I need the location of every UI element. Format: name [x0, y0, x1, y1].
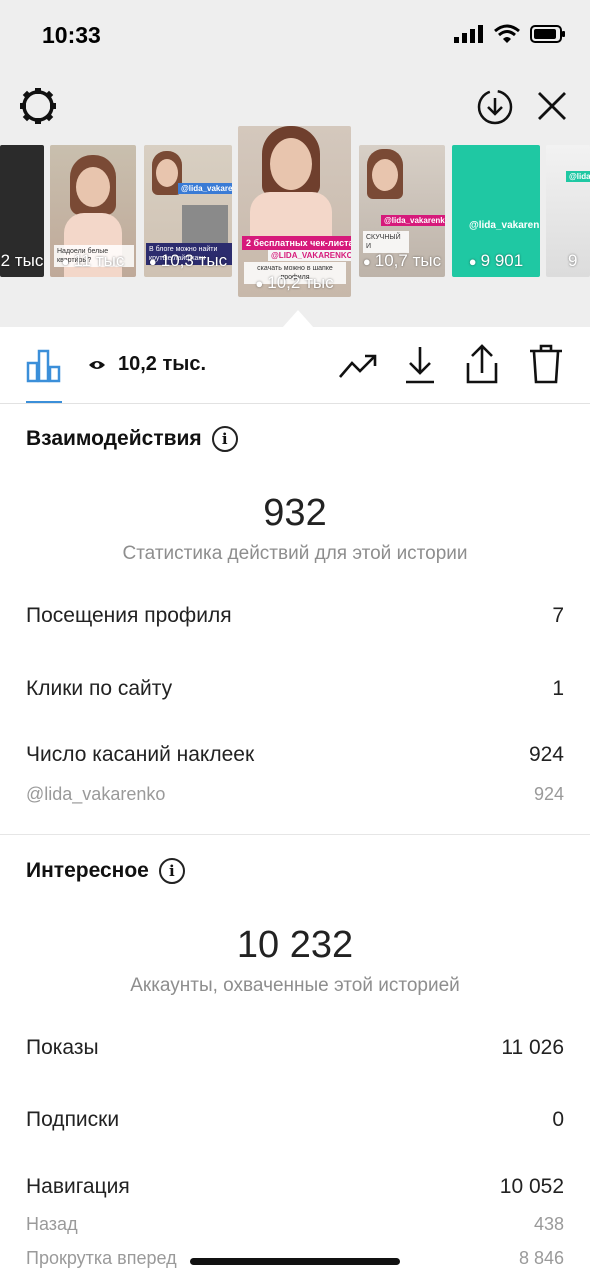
- close-icon[interactable]: [534, 88, 570, 124]
- stat-label: Показы: [26, 1036, 99, 1059]
- story-thumbnail[interactable]: 2 тыс: [0, 145, 44, 277]
- stat-row: Клики по сайту 1: [26, 677, 564, 701]
- discovery-subtitle: Аккаунты, охваченные этой историей: [130, 975, 460, 996]
- download-icon[interactable]: [402, 345, 438, 385]
- story-thumbnail-selected[interactable]: 2 бесплатных чек-листа @LIDA_VAKARENKO с…: [238, 126, 351, 297]
- stat-subvalue: 438: [533, 1214, 564, 1234]
- bar-chart-icon[interactable]: [26, 347, 62, 383]
- stat-label: Клики по сайту: [26, 677, 173, 700]
- story-toolbar: 10,2 тыс.: [0, 327, 590, 404]
- story-handle: @lida_va: [566, 171, 590, 182]
- story-views: ● 10,7 тыс: [362, 251, 442, 270]
- selection-pointer: [282, 310, 314, 328]
- stat-label: Навигация: [26, 1175, 130, 1198]
- story-thumbnail[interactable]: Надоели белые квартиры? ● 11 тыс: [50, 145, 136, 277]
- story-thumbnail[interactable]: @lida_vakarenko СКУЧНЫЙ И ● 10,7 тыс: [359, 145, 445, 277]
- signal-icon: [454, 25, 483, 43]
- story-thumbnail[interactable]: @lida_vakarenko В блоге можно найти крут…: [144, 145, 232, 277]
- stat-label: Число касаний наклеек: [26, 743, 255, 766]
- views-count-value: 10,2 тыс.: [118, 353, 207, 375]
- stat-sublabel: Назад: [26, 1214, 78, 1234]
- stat-value: 924: [528, 743, 564, 766]
- tab-indicator: [26, 401, 62, 403]
- interactions-title: Взаимодействия i: [26, 426, 238, 452]
- story-thumbnail[interactable]: @lida_va 9: [546, 145, 590, 277]
- story-views: ● 9 901: [468, 251, 524, 270]
- stat-value: 10 052: [499, 1175, 564, 1198]
- status-time: 10:33: [42, 22, 101, 48]
- download-circle-icon[interactable]: [476, 88, 514, 126]
- status-icons: [454, 24, 566, 44]
- story-header: 10:33 2 тыс Надоели белые квартиры? ● 11…: [0, 0, 590, 328]
- home-indicator[interactable]: [190, 1258, 400, 1265]
- gear-icon[interactable]: [18, 86, 58, 126]
- stat-value: 11 026: [501, 1036, 564, 1059]
- stat-sublabel: @lida_vakarenko: [26, 784, 166, 804]
- interactions-title-text: Взаимодействия: [26, 427, 202, 450]
- story-views: ● 10,2 тыс: [255, 273, 334, 292]
- discovery-total: 10 232: [236, 924, 354, 966]
- story-handle: @LIDA_VAKARENKO: [268, 250, 351, 261]
- info-icon[interactable]: i: [158, 858, 185, 884]
- share-icon[interactable]: [464, 343, 500, 385]
- stat-row: Показы 11 026: [26, 1036, 564, 1060]
- stat-sublabel: Прокрутка вперед: [26, 1248, 177, 1268]
- stat-subrow: Назад 438: [26, 1214, 564, 1235]
- story-handle: @lida_vakarenko: [469, 220, 540, 231]
- story-caption: СКУЧНЫЙ И: [363, 231, 409, 253]
- trend-icon[interactable]: [338, 351, 378, 381]
- stat-label: Посещения профиля: [26, 604, 232, 627]
- discovery-title-text: Интересное: [26, 859, 149, 882]
- stat-subrow: @lida_vakarenko 924: [26, 784, 564, 805]
- eye-icon: [89, 360, 105, 369]
- discovery-title: Интересное i: [26, 858, 185, 884]
- info-icon[interactable]: i: [211, 426, 238, 452]
- stat-subvalue: 924: [533, 784, 564, 804]
- story-views: 9: [568, 251, 578, 270]
- stat-label: Подписки: [26, 1108, 120, 1131]
- views-count: 10,2 тыс.: [88, 353, 206, 376]
- stat-subvalue: 8 846: [518, 1248, 564, 1268]
- wifi-icon: [494, 24, 520, 43]
- status-bar: 10:33: [0, 0, 590, 70]
- story-handle: @lida_vakarenko: [178, 183, 232, 194]
- battery-icon: [530, 25, 565, 43]
- story-views: ● 11 тыс: [61, 251, 125, 270]
- section-divider: [0, 834, 590, 835]
- story-views: 2 тыс: [0, 251, 44, 270]
- trash-icon[interactable]: [528, 343, 564, 385]
- stat-value: 7: [552, 604, 564, 627]
- interactions-total: 932: [263, 492, 327, 534]
- stat-value: 0: [552, 1108, 564, 1131]
- story-handle: @lida_vakarenko: [381, 215, 445, 226]
- story-thumbnail[interactable]: @lida_vakarenko ●9 901: [452, 145, 540, 277]
- stat-row: Число касаний наклеек 924: [26, 743, 564, 767]
- story-sticker: 2 бесплатных чек-листа: [242, 236, 351, 250]
- interactions-subtitle: Статистика действий для этой истории: [122, 543, 468, 564]
- stat-row: Навигация 10 052: [26, 1175, 564, 1199]
- stat-row: Подписки 0: [26, 1108, 564, 1132]
- stat-row: Посещения профиля 7: [26, 604, 564, 628]
- stat-value: 1: [552, 677, 564, 700]
- story-views: ● 10,3 тыс: [148, 251, 228, 270]
